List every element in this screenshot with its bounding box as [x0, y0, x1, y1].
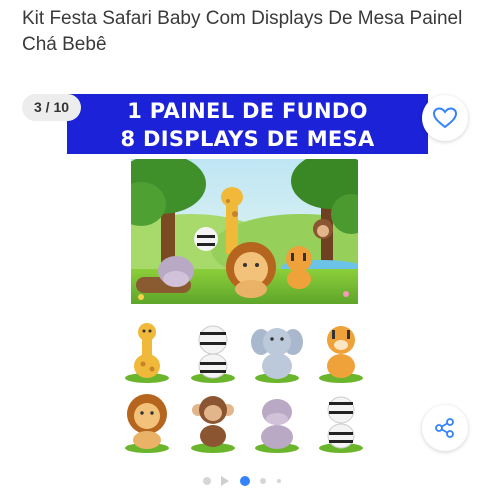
safari-panel-image — [131, 159, 358, 304]
pager-dot[interactable] — [260, 478, 266, 484]
zebra-display-2 — [319, 396, 363, 453]
favorite-button[interactable] — [422, 95, 468, 141]
share-button[interactable] — [422, 405, 468, 451]
pager-dot-active[interactable] — [240, 476, 250, 486]
hippo-display — [255, 399, 299, 453]
tiger-display — [319, 326, 363, 383]
product-title: Kit Festa Safari Baby Com Displays De Me… — [22, 8, 463, 55]
banner-line-2: 8 DISPLAYS DE MESA — [120, 127, 375, 151]
lion-display — [125, 394, 169, 453]
video-play-icon[interactable] — [221, 476, 229, 486]
zebra-display — [191, 325, 235, 383]
giraffe-display — [125, 323, 169, 383]
pager-dot[interactable] — [277, 479, 281, 483]
elephant-display — [251, 328, 303, 383]
gallery-pagination — [201, 474, 291, 488]
safari-scene — [131, 159, 358, 304]
table-displays — [113, 318, 375, 454]
heart-icon — [432, 107, 458, 129]
pager-dot[interactable] — [203, 477, 211, 485]
monkey-display — [191, 396, 235, 453]
image-banner: 1 PAINEL DE FUNDO 8 DISPLAYS DE MESA — [67, 94, 428, 154]
image-counter: 3 / 10 — [22, 94, 82, 121]
share-icon — [435, 418, 454, 438]
banner-line-1: 1 PAINEL DE FUNDO — [127, 99, 368, 123]
